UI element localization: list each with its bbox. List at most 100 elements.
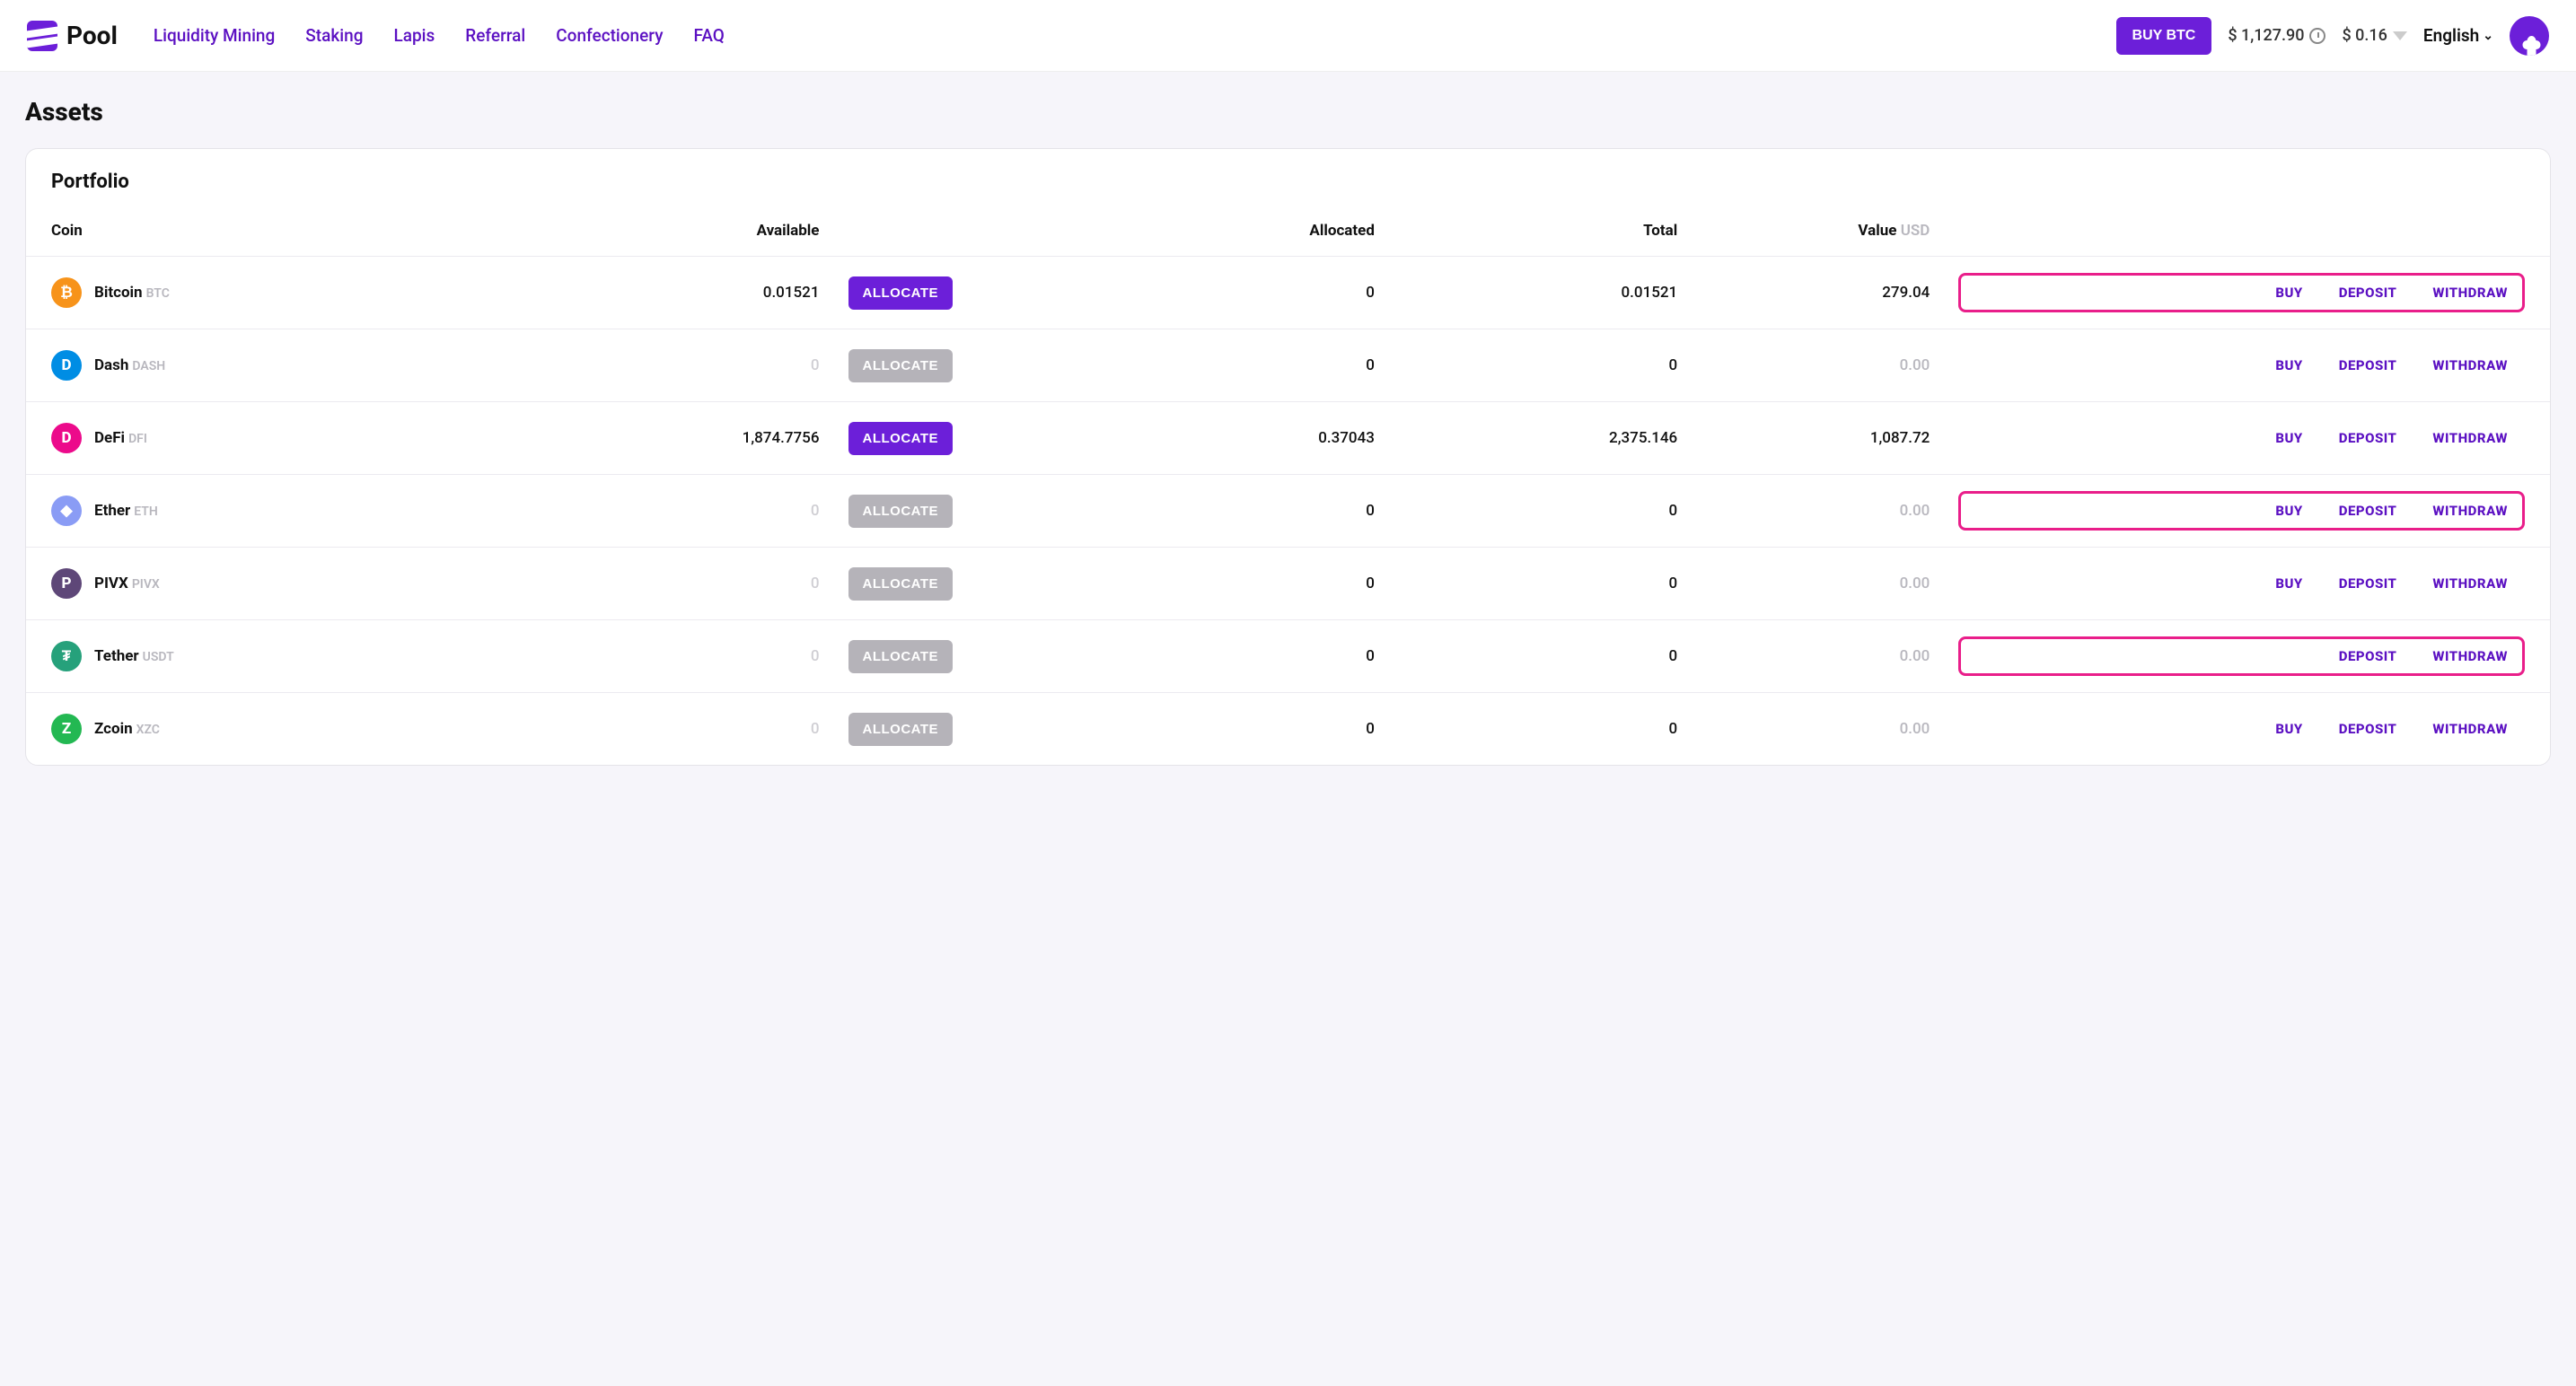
total-value: 0 bbox=[1389, 548, 1692, 620]
coin-symbol: DFI bbox=[128, 432, 147, 446]
total-value: 0 bbox=[1389, 693, 1692, 766]
value-usd: 279.04 bbox=[1692, 257, 1944, 329]
allocated-value: 0 bbox=[1086, 693, 1389, 766]
nav-lapis[interactable]: Lapis bbox=[393, 25, 435, 46]
chef-hat-icon bbox=[2516, 31, 2543, 56]
portfolio-card: Portfolio Coin Available Allocated Total… bbox=[25, 148, 2551, 766]
header-right: BUY BTC $ 1,127.90 $ 0.16 English ⌄ bbox=[2116, 16, 2549, 56]
available-value: 0 bbox=[556, 620, 833, 693]
withdraw-link-btc[interactable]: WITHDRAW bbox=[2432, 285, 2508, 301]
row-actions: BUY DEPOSIT WITHDRAW bbox=[1958, 418, 2525, 458]
page: Assets Portfolio Coin Available Allocate… bbox=[0, 72, 2576, 791]
withdraw-link-dash[interactable]: WITHDRAW bbox=[2432, 357, 2508, 373]
price-dfi-value: $ 0.16 bbox=[2342, 26, 2387, 45]
price-btc[interactable]: $ 1,127.90 bbox=[2228, 26, 2325, 45]
deposit-link-eth[interactable]: DEPOSIT bbox=[2339, 503, 2397, 519]
price-btc-value: $ 1,127.90 bbox=[2228, 26, 2304, 45]
coin-symbol: PIVX bbox=[132, 577, 160, 592]
table-row: DDeFiDFI1,874.7756ALLOCATE0.370432,375.1… bbox=[26, 402, 2550, 475]
logo[interactable]: Pool bbox=[27, 21, 118, 51]
coin-symbol: USDT bbox=[143, 650, 174, 664]
nav-liquidity-mining[interactable]: Liquidity Mining bbox=[154, 25, 275, 46]
total-value: 0 bbox=[1389, 329, 1692, 402]
allocate-button-xzc: ALLOCATE bbox=[848, 713, 954, 746]
table-row: DDashDASH0ALLOCATE000.00BUYDEPOSITWITHDR… bbox=[26, 329, 2550, 402]
coin-icon-xzc: Z bbox=[51, 714, 82, 744]
withdraw-link-xzc[interactable]: WITHDRAW bbox=[2432, 721, 2508, 737]
coin-icon-dash: D bbox=[51, 350, 82, 381]
row-actions: DEPOSIT WITHDRAW bbox=[1958, 636, 2525, 676]
value-usd: 0.00 bbox=[1692, 693, 1944, 766]
buy-link-dash[interactable]: BUY bbox=[2275, 357, 2302, 373]
value-usd: 0.00 bbox=[1692, 548, 1944, 620]
language-selector[interactable]: English ⌄ bbox=[2423, 25, 2493, 46]
page-title: Assets bbox=[25, 97, 2551, 127]
coin-name: DeFi bbox=[94, 429, 125, 447]
buy-btc-button[interactable]: BUY BTC bbox=[2116, 17, 2212, 55]
dropdown-triangle-icon bbox=[2393, 31, 2407, 40]
buy-link-xzc[interactable]: BUY bbox=[2275, 721, 2302, 737]
nav-faq[interactable]: FAQ bbox=[694, 25, 725, 46]
col-available: Available bbox=[556, 202, 833, 257]
withdraw-link-pivx[interactable]: WITHDRAW bbox=[2432, 575, 2508, 592]
withdraw-link-dfi[interactable]: WITHDRAW bbox=[2432, 430, 2508, 446]
buy-link-btc[interactable]: BUY bbox=[2275, 285, 2302, 301]
available-value: 0 bbox=[556, 329, 833, 402]
coin-name: Dash bbox=[94, 356, 128, 374]
available-value: 0 bbox=[556, 475, 833, 548]
logo-icon bbox=[27, 21, 57, 51]
buy-link-pivx[interactable]: BUY bbox=[2275, 575, 2302, 592]
allocated-value: 0 bbox=[1086, 620, 1389, 693]
buy-link-eth[interactable]: BUY bbox=[2275, 503, 2302, 519]
coin-name: Tether bbox=[94, 647, 139, 665]
table-row: ZZcoinXZC0ALLOCATE000.00BUYDEPOSITWITHDR… bbox=[26, 693, 2550, 766]
clock-icon bbox=[2309, 28, 2325, 44]
buy-link-dfi[interactable]: BUY bbox=[2275, 430, 2302, 446]
available-value: 0 bbox=[556, 548, 833, 620]
coin-name: PIVX bbox=[94, 575, 128, 592]
allocated-value: 0 bbox=[1086, 548, 1389, 620]
coin-icon-usdt: ₮ bbox=[51, 641, 82, 671]
deposit-link-xzc[interactable]: DEPOSIT bbox=[2339, 721, 2397, 737]
table-row: ◆EtherETH0ALLOCATE000.00BUYDEPOSITWITHDR… bbox=[26, 475, 2550, 548]
allocate-button-eth: ALLOCATE bbox=[848, 495, 954, 528]
nav-confectionery[interactable]: Confectionery bbox=[556, 25, 663, 46]
price-dfi[interactable]: $ 0.16 bbox=[2342, 26, 2406, 45]
row-actions: BUY DEPOSIT WITHDRAW bbox=[1958, 709, 2525, 749]
deposit-link-usdt[interactable]: DEPOSIT bbox=[2339, 648, 2397, 664]
value-usd: 1,087.72 bbox=[1692, 402, 1944, 475]
main-nav: Liquidity Mining Staking Lapis Referral Conf… bbox=[154, 25, 2116, 46]
value-usd: 0.00 bbox=[1692, 329, 1944, 402]
allocated-value: 0 bbox=[1086, 257, 1389, 329]
deposit-link-dash[interactable]: DEPOSIT bbox=[2339, 357, 2397, 373]
coin-icon-pivx: P bbox=[51, 568, 82, 599]
table-row: ₿BitcoinBTC0.01521ALLOCATE00.01521279.04… bbox=[26, 257, 2550, 329]
brand-name: Pool bbox=[66, 21, 118, 50]
coin-icon-eth: ◆ bbox=[51, 496, 82, 526]
total-value: 0 bbox=[1389, 620, 1692, 693]
allocate-button-pivx: ALLOCATE bbox=[848, 567, 954, 601]
deposit-link-btc[interactable]: DEPOSIT bbox=[2339, 285, 2397, 301]
deposit-link-dfi[interactable]: DEPOSIT bbox=[2339, 430, 2397, 446]
row-actions: BUY DEPOSIT WITHDRAW bbox=[1958, 491, 2525, 531]
allocate-button-btc[interactable]: ALLOCATE bbox=[848, 276, 954, 310]
deposit-link-pivx[interactable]: DEPOSIT bbox=[2339, 575, 2397, 592]
avatar[interactable] bbox=[2510, 16, 2549, 56]
row-actions: BUY DEPOSIT WITHDRAW bbox=[1958, 564, 2525, 603]
allocated-value: 0 bbox=[1086, 329, 1389, 402]
col-coin: Coin bbox=[26, 202, 556, 257]
allocate-button-dash: ALLOCATE bbox=[848, 349, 954, 382]
coin-symbol: BTC bbox=[146, 286, 170, 301]
withdraw-link-eth[interactable]: WITHDRAW bbox=[2432, 503, 2508, 519]
portfolio-table: Coin Available Allocated Total Value USD… bbox=[26, 202, 2550, 765]
value-usd: 0.00 bbox=[1692, 475, 1944, 548]
allocate-button-dfi[interactable]: ALLOCATE bbox=[848, 422, 954, 455]
nav-referral[interactable]: Referral bbox=[465, 25, 525, 46]
coin-name: Ether bbox=[94, 502, 130, 520]
available-value: 1,874.7756 bbox=[556, 402, 833, 475]
col-actions bbox=[1944, 202, 2550, 257]
coin-name: Bitcoin bbox=[94, 284, 143, 302]
nav-staking[interactable]: Staking bbox=[305, 25, 363, 46]
topbar: Pool Liquidity Mining Staking Lapis Referra… bbox=[0, 0, 2576, 72]
withdraw-link-usdt[interactable]: WITHDRAW bbox=[2432, 648, 2508, 664]
